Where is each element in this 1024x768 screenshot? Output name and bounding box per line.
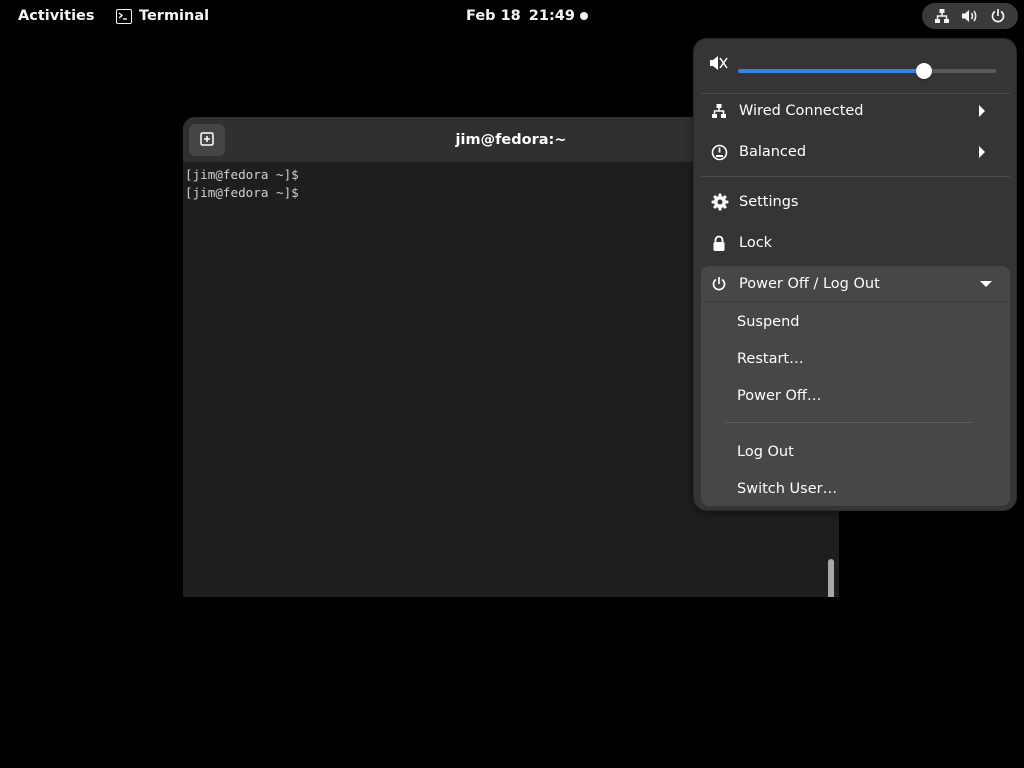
power-icon bbox=[711, 276, 739, 292]
quick-settings-menu: Wired Connected Balanced Settings Lock P… bbox=[693, 38, 1017, 511]
power-profile-item[interactable]: Balanced bbox=[701, 133, 1010, 171]
power-off-logout-label: Power Off / Log Out bbox=[739, 275, 880, 292]
network-wired-icon bbox=[932, 6, 952, 26]
new-tab-icon bbox=[200, 131, 214, 150]
activities-button[interactable]: Activities bbox=[6, 3, 107, 29]
separator bbox=[701, 176, 1010, 177]
volume-icon bbox=[960, 6, 980, 26]
separator bbox=[725, 422, 973, 423]
chevron-right-icon bbox=[972, 105, 992, 117]
settings-item[interactable]: Settings bbox=[701, 183, 1010, 221]
top-bar: Activities Terminal Feb 18 21:49 bbox=[0, 0, 1024, 32]
power-profile-icon bbox=[711, 144, 739, 161]
chevron-down-icon bbox=[976, 280, 996, 288]
power-off-submenu: Power Off / Log Out Suspend Restart… Pow… bbox=[701, 266, 1010, 506]
lock-item[interactable]: Lock bbox=[701, 224, 1010, 262]
network-wired-icon bbox=[711, 103, 739, 119]
power-off-logout-item[interactable]: Power Off / Log Out bbox=[701, 266, 1010, 302]
volume-slider-fill bbox=[738, 69, 924, 73]
lock-label: Lock bbox=[739, 235, 773, 251]
chevron-right-icon bbox=[972, 146, 992, 158]
restart-item[interactable]: Restart… bbox=[701, 341, 1010, 377]
volume-slider-row bbox=[694, 47, 1018, 79]
terminal-scrollbar[interactable] bbox=[828, 559, 834, 597]
volume-slider[interactable] bbox=[738, 63, 996, 79]
volume-slider-handle[interactable] bbox=[915, 63, 932, 79]
switch-user-item[interactable]: Switch User… bbox=[701, 471, 1010, 507]
wired-connection-label: Wired Connected bbox=[739, 103, 864, 119]
terminal-app-icon bbox=[116, 8, 132, 24]
clock-button[interactable]: Feb 18 21:49 bbox=[456, 3, 585, 29]
system-status-button[interactable] bbox=[922, 3, 1018, 29]
app-menu-button[interactable]: Terminal bbox=[110, 3, 215, 29]
app-menu-label: Terminal bbox=[139, 8, 210, 24]
lock-icon bbox=[711, 235, 739, 252]
wired-connection-item[interactable]: Wired Connected bbox=[701, 92, 1010, 130]
clock-date: Feb 18 bbox=[466, 8, 521, 24]
new-tab-button[interactable] bbox=[189, 124, 225, 156]
power-profile-label: Balanced bbox=[739, 144, 807, 160]
log-out-item[interactable]: Log Out bbox=[701, 434, 1010, 470]
power-icon bbox=[988, 6, 1008, 26]
settings-label: Settings bbox=[739, 194, 799, 210]
gear-icon bbox=[711, 193, 739, 211]
notification-dot-icon bbox=[580, 12, 588, 20]
power-off-item[interactable]: Power Off… bbox=[701, 378, 1010, 414]
clock-time: 21:49 bbox=[528, 8, 575, 24]
suspend-item[interactable]: Suspend bbox=[701, 304, 1010, 340]
volume-muted-icon[interactable] bbox=[709, 53, 729, 73]
